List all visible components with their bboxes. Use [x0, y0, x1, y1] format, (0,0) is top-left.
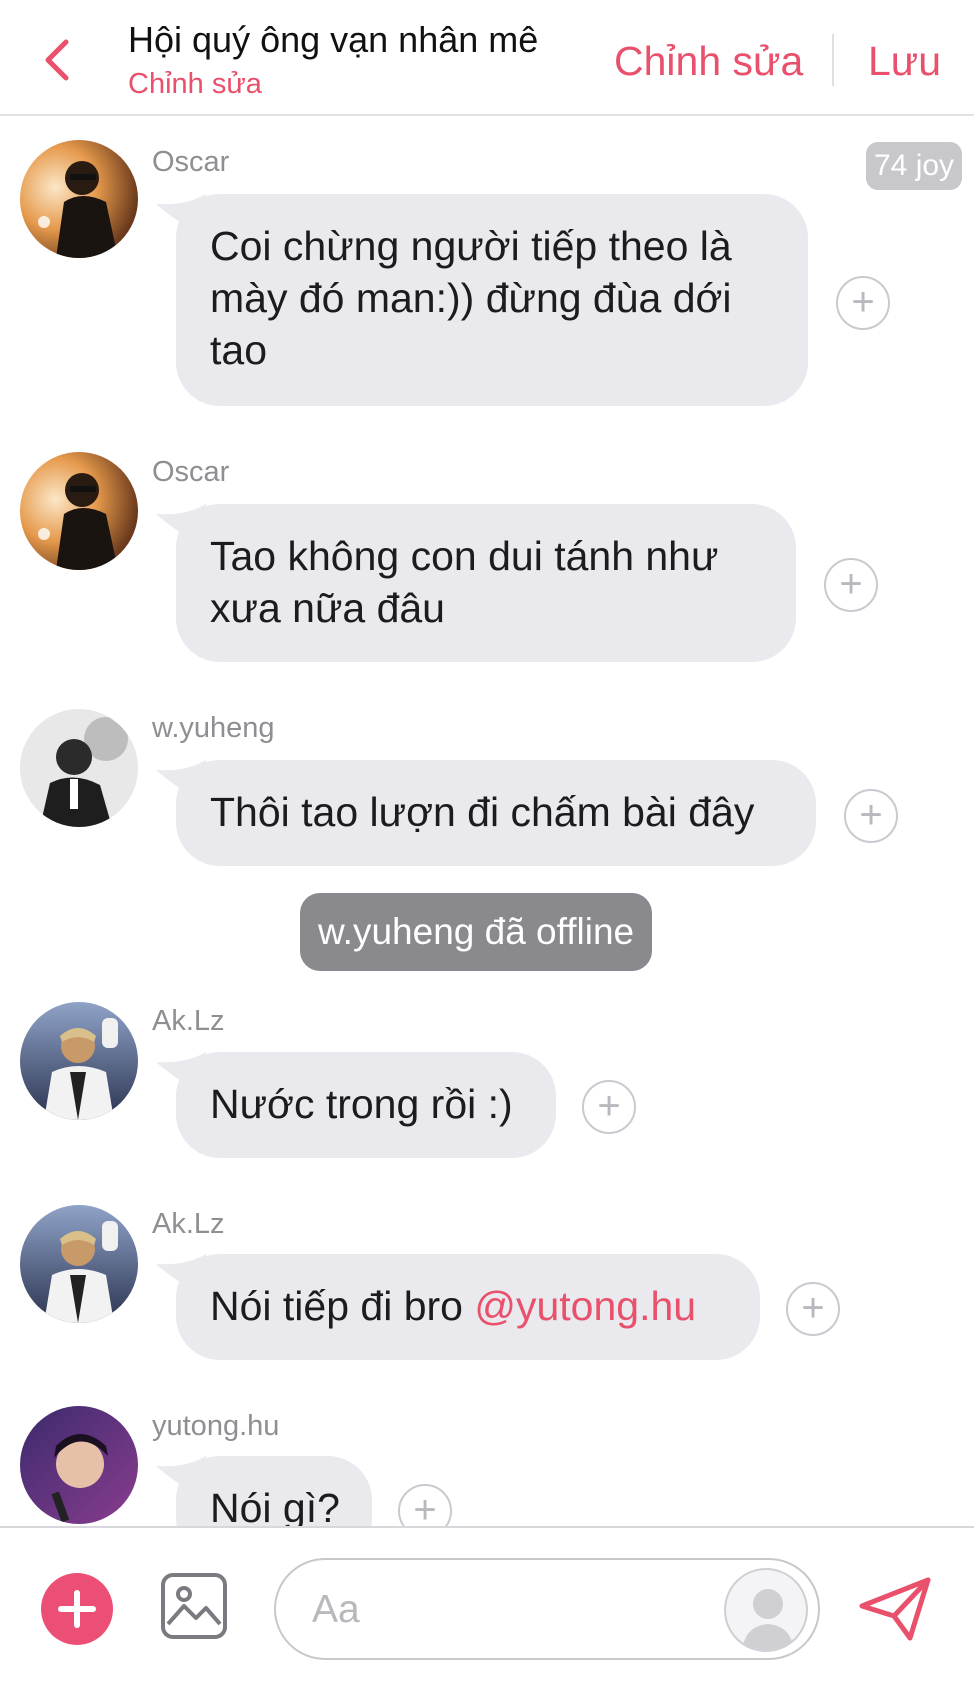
chat-header: Hội quý ông vạn nhân mê Chỉnh sửa Chỉnh …	[0, 0, 974, 116]
bubble-tail	[156, 504, 216, 550]
photo-button[interactable]	[160, 1572, 228, 1640]
chat-screen: Hội quý ông vạn nhân mê Chỉnh sửa Chỉnh …	[0, 0, 974, 1684]
message-bubble[interactable]: Nói tiếp đi bro @yutong.hu	[156, 1254, 760, 1360]
sender-name: Oscar	[152, 146, 230, 178]
user-mention-link[interactable]: @yutong.hu	[474, 1283, 696, 1329]
add-reaction-button[interactable]: +	[786, 1282, 840, 1336]
message-bubble[interactable]: Coi chừng người tiếp theo là mày đó man:…	[156, 194, 808, 406]
sender-name: w.yuheng	[152, 712, 275, 744]
add-reaction-button[interactable]: +	[844, 789, 898, 843]
avatar-oscar[interactable]	[20, 140, 138, 258]
avatar-w-yuheng[interactable]	[20, 709, 138, 827]
sender-name: Ak.Lz	[152, 1005, 225, 1037]
bubble-tail	[156, 194, 216, 240]
message-text: Tao không con dui tánh như xưa nữa đâu	[210, 533, 719, 631]
persona-avatar-button[interactable]	[724, 1568, 808, 1652]
sender-name: yutong.hu	[152, 1410, 280, 1442]
bubble-tail	[156, 1456, 216, 1502]
avatar-ak-lz[interactable]	[20, 1205, 138, 1323]
plus-icon	[58, 1590, 96, 1628]
avatar-yutong-hu[interactable]	[20, 1406, 138, 1524]
message-composer	[0, 1526, 974, 1684]
image-icon	[161, 1573, 227, 1639]
add-attachment-button[interactable]	[41, 1573, 113, 1645]
message-text: Nước trong rồi :)	[210, 1081, 513, 1127]
send-button[interactable]	[858, 1576, 932, 1642]
title-block: Hội quý ông vạn nhân mê Chỉnh sửa	[128, 18, 538, 102]
message-text: Coi chừng người tiếp theo là mày đó man:…	[210, 223, 732, 373]
avatar-ak-lz[interactable]	[20, 1002, 138, 1120]
chevron-left-icon	[45, 39, 69, 81]
bubble-tail	[156, 1052, 216, 1098]
edit-button[interactable]: Chỉnh sửa	[614, 38, 803, 85]
add-reaction-button[interactable]: +	[582, 1080, 636, 1134]
system-notice-pill: w.yuheng đã offline	[300, 893, 653, 971]
sender-name: Oscar	[152, 456, 230, 488]
message-text: Thôi tao lượn đi chấm bài đây	[210, 789, 755, 835]
bubble-tail	[156, 760, 216, 806]
add-reaction-button[interactable]: +	[824, 558, 878, 612]
message-bubble[interactable]: Tao không con dui tánh như xưa nữa đâu	[156, 504, 796, 662]
user-silhouette-icon	[742, 1589, 794, 1650]
sender-name: Ak.Lz	[152, 1208, 225, 1240]
chat-title: Hội quý ông vạn nhân mê	[128, 19, 539, 60]
paper-plane-icon	[859, 1577, 931, 1641]
add-reaction-button[interactable]: +	[836, 276, 890, 330]
header-divider	[832, 34, 834, 86]
message-bubble[interactable]: Nước trong rồi :)	[156, 1052, 556, 1158]
chat-subtitle-edit-link[interactable]: Chỉnh sửa	[128, 66, 538, 102]
save-button[interactable]: Lưu	[868, 38, 941, 85]
avatar-oscar[interactable]	[20, 452, 138, 570]
message-input-wrapper	[274, 1558, 820, 1660]
message-input[interactable]	[312, 1582, 672, 1638]
joy-counter-badge: 74 joy	[866, 142, 963, 190]
message-bubble[interactable]: Thôi tao lượn đi chấm bài đây	[156, 760, 816, 866]
back-button[interactable]	[36, 36, 80, 84]
bubble-tail	[156, 1254, 216, 1300]
message-text: Nói gì?	[210, 1485, 340, 1531]
message-text: Nói tiếp đi bro	[210, 1283, 475, 1329]
